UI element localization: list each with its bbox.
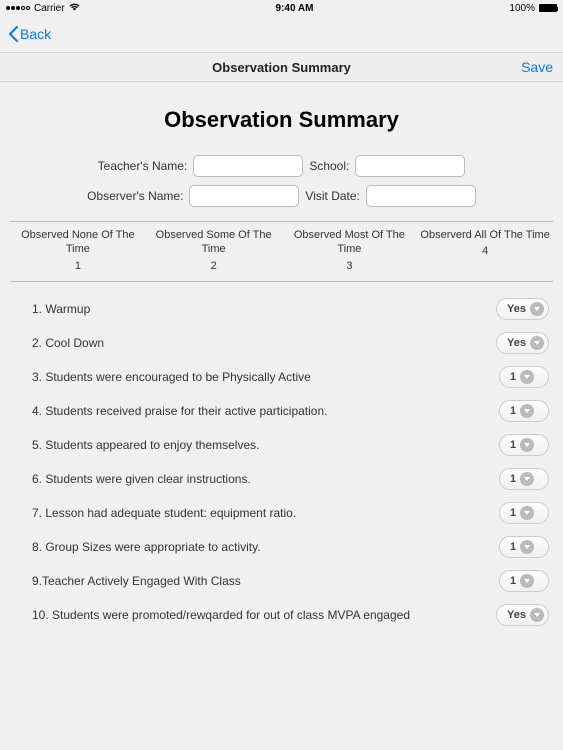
back-chevron-icon <box>8 26 18 42</box>
item-dropdown[interactable]: Yes <box>496 332 549 354</box>
chevron-down-icon <box>520 472 534 486</box>
item-dropdown[interactable]: 1 <box>499 502 549 524</box>
dropdown-value: 1 <box>510 439 516 451</box>
item-label: 8. Group Sizes were appropriate to activ… <box>32 540 499 554</box>
scale-col-1: Observed None Of The Time 1 <box>10 228 146 273</box>
list-item: 4. Students received praise for their ac… <box>10 394 553 428</box>
list-item: 6. Students were given clear instruction… <box>10 462 553 496</box>
wifi-icon <box>69 3 80 14</box>
title-bar: Observation Summary Save <box>0 52 563 82</box>
nav-bar: Back <box>0 16 563 52</box>
back-button[interactable]: Back <box>8 26 51 42</box>
chevron-down-icon <box>520 540 534 554</box>
back-label: Back <box>20 26 51 42</box>
item-label: 7. Lesson had adequate student: equipmen… <box>32 506 499 520</box>
item-dropdown[interactable]: Yes <box>496 298 549 320</box>
dropdown-value: 1 <box>510 371 516 383</box>
list-item: 8. Group Sizes were appropriate to activ… <box>10 530 553 564</box>
visit-date-label: Visit Date: <box>305 189 359 203</box>
list-item: 9.Teacher Actively Engaged With Class 1 <box>10 564 553 598</box>
item-label: 5. Students appeared to enjoy themselves… <box>32 438 499 452</box>
dropdown-value: Yes <box>507 609 526 621</box>
list-item: 5. Students appeared to enjoy themselves… <box>10 428 553 462</box>
teacher-name-label: Teacher's Name: <box>98 159 188 173</box>
chevron-down-icon <box>530 302 544 316</box>
item-label: 2. Cool Down <box>32 336 496 350</box>
school-input[interactable] <box>355 155 465 177</box>
item-label: 9.Teacher Actively Engaged With Class <box>32 574 499 588</box>
chevron-down-icon <box>520 404 534 418</box>
signal-icon <box>6 6 30 10</box>
item-label: 1. Warmup <box>32 302 496 316</box>
list-item: 3. Students were encouraged to be Physic… <box>10 360 553 394</box>
observer-name-input[interactable] <box>189 185 299 207</box>
visit-date-input[interactable] <box>366 185 476 207</box>
scale-col-4: Observerd All Of The Time 4 <box>417 228 553 273</box>
chevron-down-icon <box>530 608 544 622</box>
dropdown-value: 1 <box>510 405 516 417</box>
scale-col-3: Observed Most Of The Time 3 <box>282 228 418 273</box>
item-dropdown[interactable]: Yes <box>496 604 549 626</box>
chevron-down-icon <box>520 370 534 384</box>
item-dropdown[interactable]: 1 <box>499 366 549 388</box>
teacher-name-input[interactable] <box>193 155 303 177</box>
scale-col-2: Observed Some Of The Time 2 <box>146 228 282 273</box>
dropdown-value: 1 <box>510 541 516 553</box>
list-item: 1. Warmup Yes <box>10 292 553 326</box>
battery-icon <box>539 4 557 12</box>
item-dropdown[interactable]: 1 <box>499 468 549 490</box>
carrier-label: Carrier <box>34 3 65 14</box>
list-item: 7. Lesson had adequate student: equipmen… <box>10 496 553 530</box>
school-label: School: <box>309 159 349 173</box>
scale-header: Observed None Of The Time 1 Observed Som… <box>10 221 553 282</box>
item-label: 4. Students received praise for their ac… <box>32 404 499 418</box>
item-label: 6. Students were given clear instruction… <box>32 472 499 486</box>
item-dropdown[interactable]: 1 <box>499 536 549 558</box>
item-dropdown[interactable]: 1 <box>499 434 549 456</box>
chevron-down-icon <box>530 336 544 350</box>
page-title: Observation Summary <box>10 107 553 133</box>
chevron-down-icon <box>520 438 534 452</box>
dropdown-value: Yes <box>507 303 526 315</box>
dropdown-value: 1 <box>510 473 516 485</box>
item-dropdown[interactable]: 1 <box>499 400 549 422</box>
dropdown-value: 1 <box>510 575 516 587</box>
item-dropdown[interactable]: 1 <box>499 570 549 592</box>
item-label: 3. Students were encouraged to be Physic… <box>32 370 499 384</box>
observer-name-label: Observer's Name: <box>87 189 183 203</box>
chevron-down-icon <box>520 506 534 520</box>
chevron-down-icon <box>520 574 534 588</box>
battery-percent: 100% <box>509 3 535 14</box>
list-item: 10. Students were promoted/rewqarded for… <box>10 598 553 632</box>
status-time: 9:40 AM <box>276 3 314 14</box>
item-label: 10. Students were promoted/rewqarded for… <box>32 608 496 622</box>
dropdown-value: 1 <box>510 507 516 519</box>
list-item: 2. Cool Down Yes <box>10 326 553 360</box>
screen-title: Observation Summary <box>212 60 351 75</box>
status-bar: Carrier 9:40 AM 100% <box>0 0 563 16</box>
dropdown-value: Yes <box>507 337 526 349</box>
save-button[interactable]: Save <box>521 59 553 75</box>
